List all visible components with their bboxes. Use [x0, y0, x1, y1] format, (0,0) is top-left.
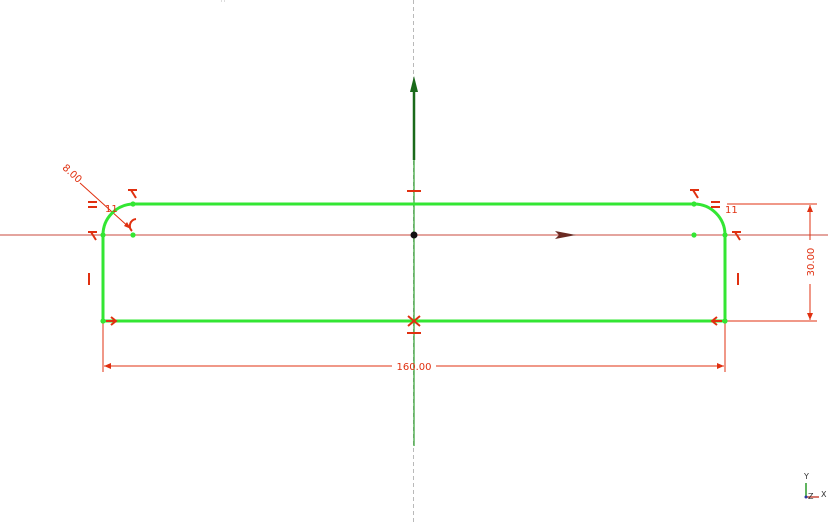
equal-constraint-icon[interactable] — [88, 201, 97, 208]
tangent-constraint-icon[interactable] — [88, 231, 97, 241]
sketch-point[interactable] — [130, 201, 136, 207]
constraint-label-right: 11 — [725, 205, 738, 216]
triad-x-label: X — [821, 490, 827, 499]
arc-center-point[interactable] — [691, 232, 697, 238]
sketch-point[interactable] — [100, 232, 106, 238]
view-triad: Y Z X — [803, 472, 827, 501]
tangent-constraint-icon[interactable] — [128, 189, 137, 199]
sketch-point[interactable] — [691, 201, 697, 207]
sketch-point[interactable] — [100, 318, 106, 324]
sketch-viewport[interactable]: 160.00 30.00 8.00 11 11 Y Z X — [0, 0, 828, 522]
dimension-radius-value[interactable]: 8.00 — [60, 163, 84, 186]
concentric-constraint-icon[interactable] — [128, 218, 137, 232]
triad-y-label: Y — [803, 472, 809, 481]
arc-center-point[interactable] — [130, 232, 136, 238]
coincident-arrow-icon[interactable] — [106, 316, 118, 326]
y-axis-arrow-icon — [410, 76, 418, 92]
constraint-label-left: 11 — [105, 204, 118, 215]
tangent-constraint-icon[interactable] — [732, 231, 741, 241]
dimension-height-value[interactable]: 30.00 — [806, 248, 817, 277]
tangent-constraint-icon[interactable] — [690, 189, 699, 199]
equal-constraint-icon[interactable] — [711, 201, 720, 208]
origin-point[interactable] — [410, 231, 418, 239]
coincident-arrow-icon[interactable] — [710, 316, 722, 326]
sketch-canvas[interactable]: 160.00 30.00 8.00 11 11 Y Z X — [0, 0, 828, 522]
dimension-width-value[interactable]: 160.00 — [397, 362, 432, 373]
sketch-point[interactable] — [722, 232, 728, 238]
sketch-point[interactable] — [722, 318, 728, 324]
dimension-radius[interactable]: 8.00 — [60, 163, 132, 230]
triad-z-label: Z — [808, 492, 814, 501]
dimension-height[interactable]: 30.00 — [727, 203, 817, 322]
